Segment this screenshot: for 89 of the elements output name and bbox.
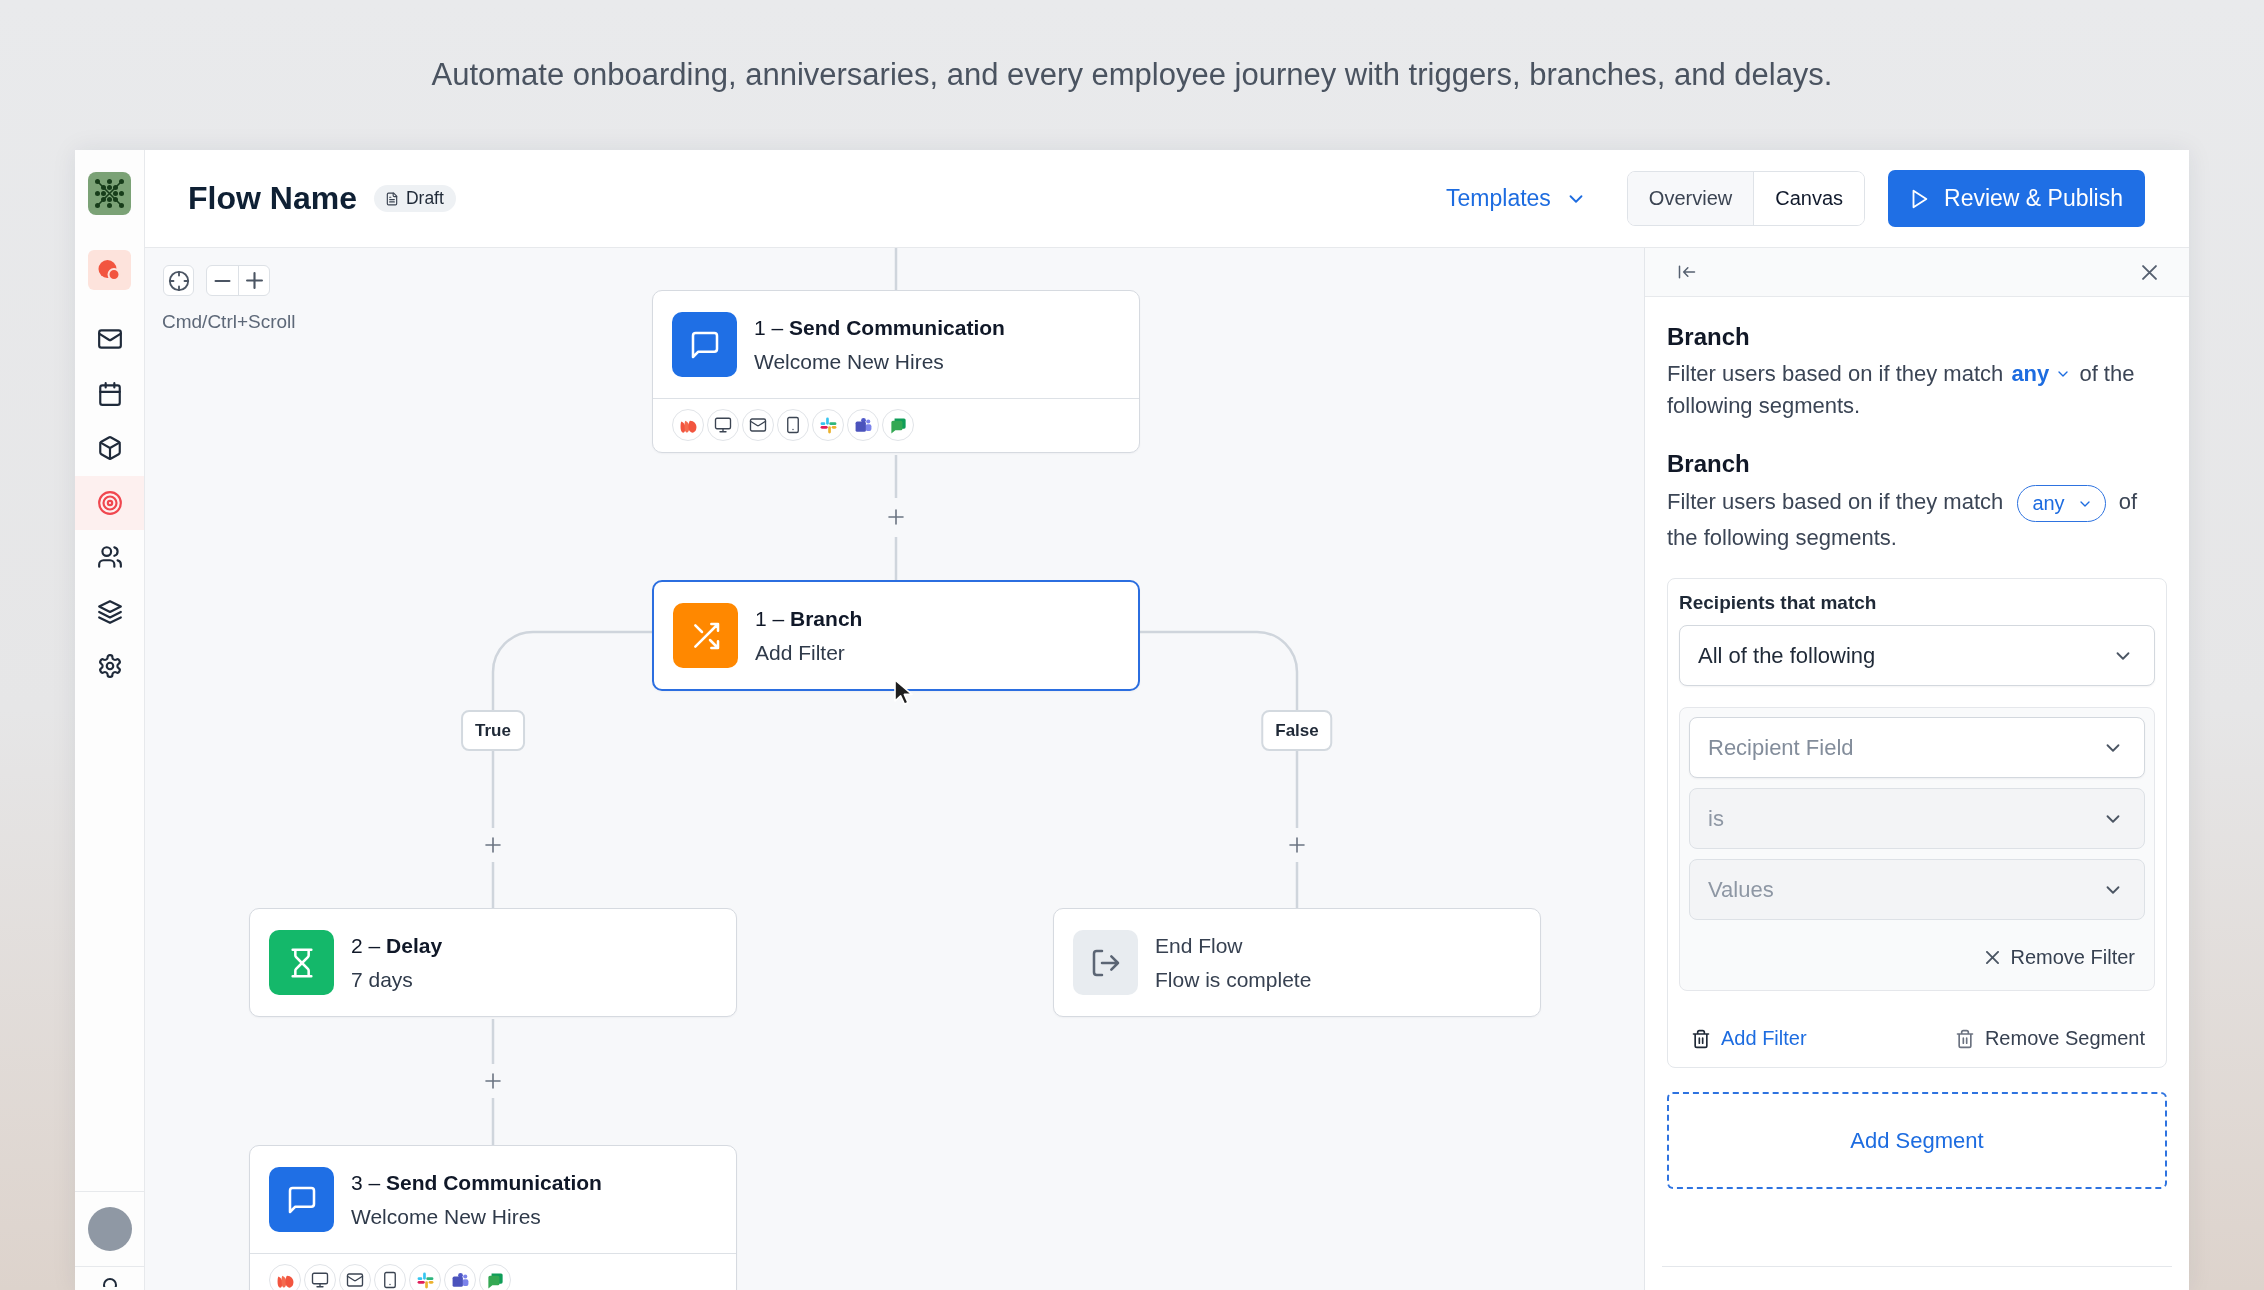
add-filter-button[interactable]: Add Filter xyxy=(1691,1027,1807,1050)
plus-icon[interactable] xyxy=(485,837,501,853)
team-logo-icon xyxy=(847,409,879,441)
view-tab[interactable]: Overview xyxy=(1627,172,1754,225)
plus-icon[interactable] xyxy=(1289,837,1305,853)
connector-line xyxy=(894,537,898,580)
node-title: 1 – Branch xyxy=(755,605,863,632)
minus-icon xyxy=(214,279,231,282)
flow-node[interactable]: End Flow Flow is complete xyxy=(1053,908,1541,1017)
cube-icon xyxy=(96,435,123,462)
users-icon xyxy=(96,544,123,571)
document-icon xyxy=(384,191,399,206)
node-subtitle: Welcome New Hires xyxy=(351,1203,542,1230)
segment-label: Recipients that match xyxy=(1679,591,1878,615)
node-subtitle: Welcome New Hires xyxy=(754,348,945,375)
view-tab[interactable]: Canvas xyxy=(1753,172,1865,225)
connector-line xyxy=(491,1019,495,1064)
settings-icon xyxy=(96,653,123,680)
match-dropdown[interactable]: any xyxy=(2017,485,2106,522)
node-subtitle: 7 days xyxy=(351,966,414,993)
recenter-button[interactable] xyxy=(163,265,194,296)
mail-icon xyxy=(339,1264,371,1290)
avatar-placeholder[interactable] xyxy=(87,1207,132,1251)
description-text: Filter users based on if they match any of the following segments. xyxy=(1667,360,2136,420)
node-subtitle: Flow is complete xyxy=(1155,966,1312,993)
match-select[interactable]: All of the following xyxy=(1679,625,2155,686)
remove-segment-button[interactable]: Remove Segment xyxy=(1954,1027,2145,1050)
layers-icon xyxy=(96,598,123,625)
connector-line xyxy=(894,455,898,498)
bar-arrow-left-icon[interactable] xyxy=(1677,262,1697,282)
section-title: Branch xyxy=(1667,449,1751,479)
flow-node[interactable]: 2 – Delay 7 days xyxy=(249,908,737,1017)
logo-icon[interactable] xyxy=(88,172,131,215)
chat-icon xyxy=(672,312,737,377)
cursor-icon xyxy=(893,678,913,706)
remove-filter-button[interactable]: Remove Filter xyxy=(1985,946,2135,969)
flow-title: Flow Name xyxy=(188,180,357,217)
connector-line xyxy=(1295,862,1299,908)
node-title: 1 – Send Communication xyxy=(754,314,1005,341)
hourglass-icon xyxy=(269,930,334,995)
hash-logo-icon xyxy=(812,409,844,441)
branch-label: True xyxy=(461,710,525,751)
description-text: Filter users based on if they match any of the following segments. xyxy=(1667,485,2167,554)
connector-line xyxy=(894,248,898,290)
chat-bubble-icon[interactable] xyxy=(88,250,131,290)
team-logo-icon xyxy=(444,1264,476,1290)
add-segment-button[interactable]: Add Segment xyxy=(1667,1092,2167,1189)
plus-icon xyxy=(245,272,263,289)
petals-logo-icon xyxy=(672,409,704,441)
close-icon xyxy=(1985,951,1999,964)
flow-node[interactable]: 3 – Send Communication Welcome New Hires xyxy=(249,1145,737,1290)
plus-icon[interactable] xyxy=(485,1073,501,1089)
status-text: Draft xyxy=(405,188,444,209)
tagline-text: Automate onboarding, anniversaries, and every employee journey with triggers, branches, and delays. xyxy=(431,57,1833,93)
calendar-icon xyxy=(96,380,123,407)
section-title: Branch xyxy=(1667,322,1751,352)
connector-line xyxy=(491,1098,495,1145)
phone-icon xyxy=(374,1264,406,1290)
monitor-icon xyxy=(304,1264,336,1290)
target-icon xyxy=(96,489,123,516)
close-icon[interactable] xyxy=(2142,264,2157,280)
mail-icon xyxy=(742,409,774,441)
exit-icon xyxy=(1073,930,1138,995)
trash-icon xyxy=(1954,1028,1975,1049)
publish-button[interactable]: Review & Publish xyxy=(1888,170,2145,227)
node-subtitle: Add Filter xyxy=(755,639,846,666)
flow-node[interactable]: 1 – Send Communication Welcome New Hires xyxy=(652,290,1140,453)
node-title: 2 – Delay xyxy=(351,932,443,959)
node-title: End Flow xyxy=(1155,932,1244,959)
node-title: 3 – Send Communication xyxy=(351,1169,602,1196)
match-dropdown[interactable]: any xyxy=(2009,361,2074,387)
flow-node[interactable]: 1 – Branch Add Filter xyxy=(652,580,1140,691)
hint-text: Cmd/Ctrl+Scroll xyxy=(162,311,296,333)
trash-icon xyxy=(1691,1028,1711,1049)
branch-label: False xyxy=(1261,710,1333,751)
crosshair-icon xyxy=(167,269,190,292)
chat-bubbles-icon xyxy=(479,1264,511,1290)
chat-bubbles-icon xyxy=(882,409,914,441)
chat-icon xyxy=(269,1167,334,1232)
phone-icon xyxy=(777,409,809,441)
shuffle-icon xyxy=(673,603,738,668)
dropdown-field: Values xyxy=(1689,859,2145,920)
connector-line xyxy=(491,862,495,908)
dropdown-field: is xyxy=(1689,788,2145,849)
templates-button[interactable]: Templates xyxy=(1446,185,1587,212)
monitor-icon xyxy=(707,409,739,441)
hash-logo-icon xyxy=(409,1264,441,1290)
plus-icon[interactable] xyxy=(888,509,904,525)
petals-logo-icon xyxy=(269,1264,301,1290)
